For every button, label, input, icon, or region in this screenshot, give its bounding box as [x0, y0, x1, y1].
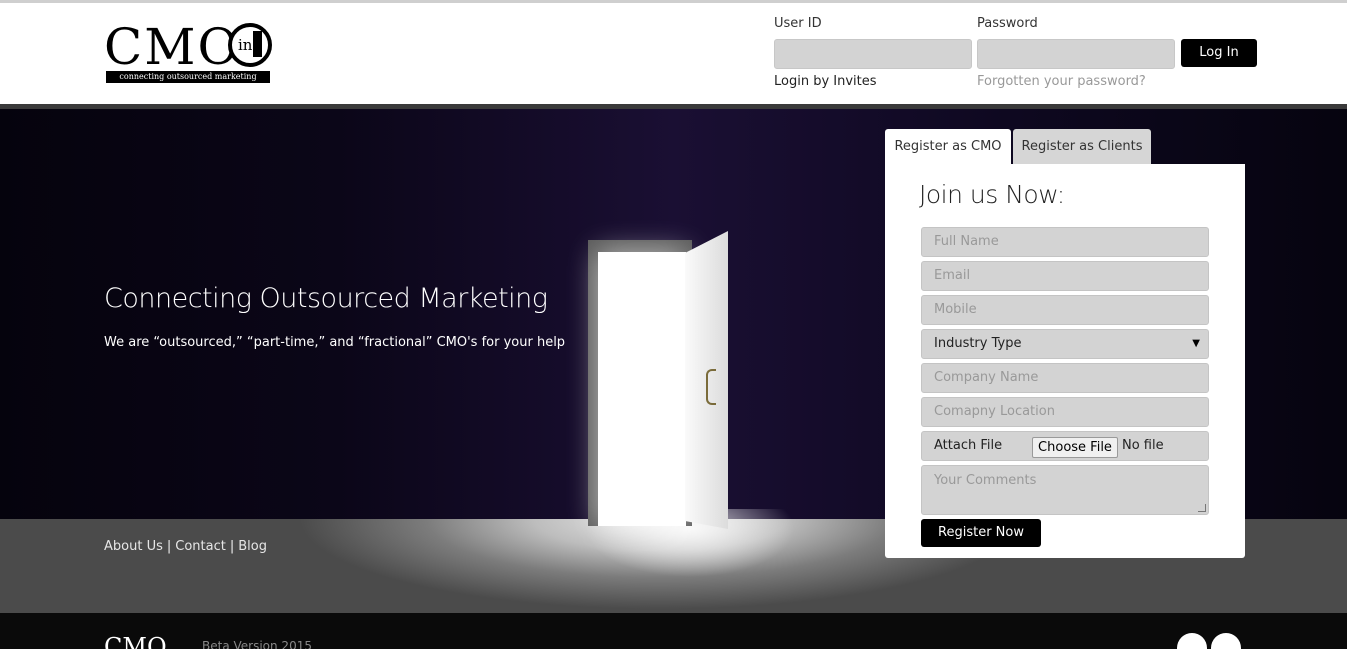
choose-file-button[interactable]: Choose File — [1032, 437, 1118, 458]
comments-placeholder: Your Comments — [934, 473, 1037, 488]
full-name-field[interactable]: Full Name — [921, 227, 1209, 257]
cmo-logo[interactable]: CMO in connecting outsourced marketing — [104, 18, 274, 87]
blog-link[interactable]: Blog — [238, 539, 267, 554]
logo-tagline: connecting outsourced marketing — [106, 71, 270, 83]
hero-title: Connecting Outsourced Marketing — [104, 283, 548, 314]
twitter-icon[interactable] — [1177, 633, 1207, 649]
login-by-invites-link[interactable]: Login by Invites — [774, 74, 877, 89]
user-id-label: User ID — [774, 16, 822, 31]
forgot-password-link[interactable]: Forgotten your password? — [977, 74, 1146, 89]
dropdown-arrow-icon: ▼ — [1192, 338, 1200, 349]
door-light — [598, 252, 686, 526]
logo-door-icon — [253, 31, 262, 57]
attach-file-label: Attach File — [934, 438, 1003, 453]
hero-subtitle: We are “outsourced,” “part-time,” and “f… — [104, 335, 566, 350]
user-id-input[interactable] — [774, 39, 972, 69]
industry-type-value: Industry Type — [934, 336, 1022, 351]
site-header: CMO in connecting outsourced marketing U… — [0, 0, 1347, 104]
comments-textarea[interactable]: Your Comments — [921, 465, 1209, 515]
linkedin-icon[interactable] — [1211, 633, 1241, 649]
contact-link[interactable]: Contact — [175, 539, 226, 554]
logo-circle-text: in — [238, 36, 253, 54]
tab-register-clients[interactable]: Register as Clients — [1013, 129, 1151, 165]
tab-register-cmo[interactable]: Register as CMO — [885, 129, 1011, 165]
register-panel: Join us Now: Full Name Email Mobile Indu… — [885, 164, 1245, 558]
footer-logo[interactable]: CMO — [104, 633, 167, 649]
mobile-field[interactable]: Mobile — [921, 295, 1209, 325]
register-now-button[interactable]: Register Now — [921, 519, 1041, 547]
attach-file-field: Attach File Choose File No file chosen — [921, 431, 1209, 481]
hero-section: Connecting Outsourced Marketing We are “… — [0, 109, 1347, 613]
password-input[interactable] — [977, 39, 1175, 69]
register-title: Join us Now: — [919, 180, 1065, 209]
footer-links: About Us | Contact | Blog — [104, 539, 267, 554]
company-location-field[interactable]: Comapny Location — [921, 397, 1209, 427]
industry-type-select[interactable]: Industry Type ▼ — [921, 329, 1209, 359]
link-separator: | — [229, 539, 235, 554]
company-name-field[interactable]: Company Name — [921, 363, 1209, 393]
logo-text: CMO — [104, 18, 241, 76]
resize-handle-icon[interactable] — [1198, 504, 1206, 512]
bottom-footer: CMO Beta Version 2015 — [0, 613, 1347, 649]
email-field[interactable]: Email — [921, 261, 1209, 291]
door-handle-icon — [706, 369, 716, 405]
about-us-link[interactable]: About Us — [104, 539, 163, 554]
login-button[interactable]: Log In — [1181, 39, 1257, 67]
password-label: Password — [977, 16, 1038, 31]
link-separator: | — [166, 539, 172, 554]
version-text: Beta Version 2015 — [202, 639, 312, 649]
